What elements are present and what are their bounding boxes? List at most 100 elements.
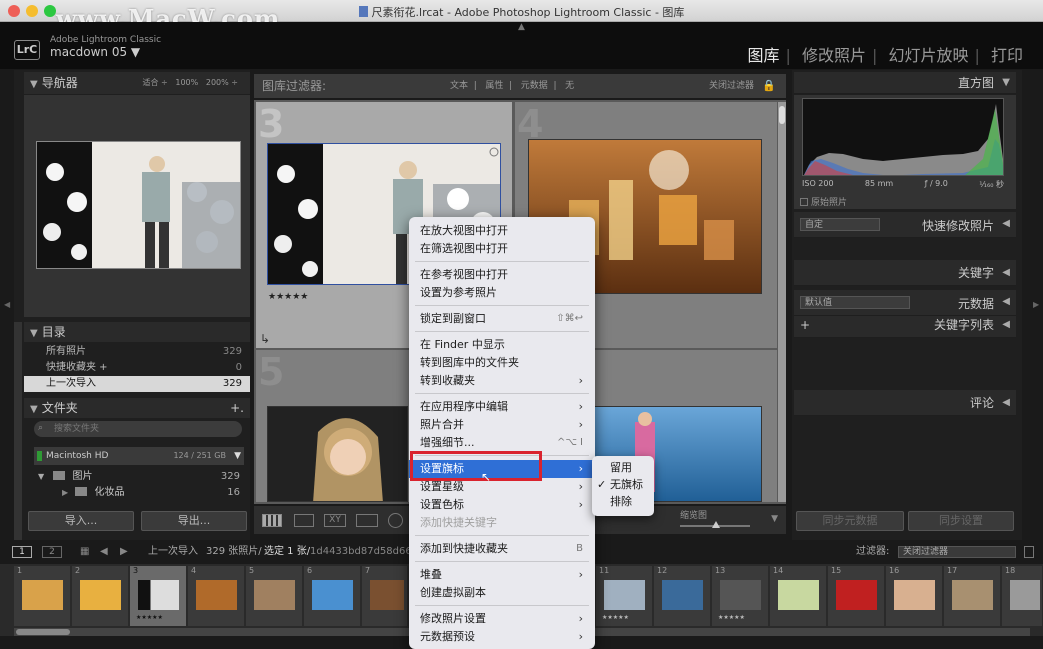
forward-arrow-icon[interactable]: ▶ [120, 541, 128, 563]
menu-metadata-presets[interactable]: 元数据预设 › [409, 628, 595, 646]
user-name[interactable]: macdown 05 ▼ [50, 45, 140, 59]
back-arrow-icon[interactable]: ◀ [100, 541, 108, 563]
keywording-header[interactable]: 关键字 ◀ [794, 260, 1016, 286]
menu-enhance-details[interactable]: 增强细节... ^⌥ I [409, 434, 595, 452]
menu-set-reference[interactable]: 设置为参考照片 [409, 284, 595, 302]
add-folder-icon[interactable]: +. [230, 398, 244, 418]
filmstrip-scroll-thumb[interactable] [16, 629, 70, 635]
top-panel-toggle-icon[interactable]: ▲ [518, 22, 525, 32]
menu-open-reference[interactable]: 在参考视图中打开 [409, 266, 595, 284]
comments-header[interactable]: 评论 ◀ [794, 390, 1016, 416]
catalog-item-previous-import[interactable]: 上一次导入 329 [24, 376, 250, 392]
filter-attribute[interactable]: 属性 [485, 81, 503, 91]
left-panel-scrollbar[interactable] [14, 322, 22, 540]
navigator-preview[interactable] [24, 95, 250, 317]
filmstrip-cell[interactable]: 5 [246, 566, 303, 626]
volume-row[interactable]: Macintosh HD 124 / 251 GB ▼ [34, 447, 244, 465]
filmstrip-cell[interactable]: 12 [654, 566, 711, 626]
slider-thumb[interactable] [712, 521, 720, 528]
menu-add-shortcut-keyword[interactable]: 添加快捷关键字 [409, 514, 595, 532]
filmstrip-cell[interactable]: 4 [188, 566, 245, 626]
import-button[interactable]: 导入... [28, 511, 134, 531]
folders-header[interactable]: ▼ 文件夹 +. [24, 398, 250, 418]
menu-go-to-collection[interactable]: 转到收藏夹 › [409, 372, 595, 390]
metadata-preset-select[interactable]: 默认值 [800, 296, 910, 309]
catalog-item-all[interactable]: 所有照片 329 [24, 344, 250, 360]
filmstrip-cell[interactable]: 6 [304, 566, 361, 626]
filter-metadata[interactable]: 元数据 [521, 81, 548, 91]
sync-settings-button[interactable]: 同步设置 [908, 511, 1014, 531]
folder-search-input[interactable]: 搜索文件夹 [34, 421, 242, 437]
menu-create-virtual-copy[interactable]: 创建虚拟副本 [409, 584, 595, 602]
filmstrip-cell[interactable]: 15 [828, 566, 885, 626]
filmstrip-cell[interactable]: 2 [72, 566, 129, 626]
catalog-header[interactable]: ▼ 目录 [24, 322, 250, 342]
submenu-reject[interactable]: 排除 [592, 493, 654, 510]
zoom-200[interactable]: 200% ÷ [206, 78, 238, 87]
grid-toggle-icon[interactable]: ▦ [80, 541, 89, 563]
zoom-100[interactable]: 100% [175, 78, 198, 87]
saved-preset-select[interactable]: 自定 [800, 218, 880, 231]
menu-open-loupe[interactable]: 在放大视图中打开 [409, 222, 595, 240]
filmstrip-cell[interactable]: 11 ★★★★★ [596, 566, 653, 626]
module-print[interactable]: 打印 [991, 46, 1023, 65]
menu-go-to-folder[interactable]: 转到图库中的文件夹 [409, 354, 595, 372]
filmstrip-cell[interactable]: 17 [944, 566, 1001, 626]
survey-view-icon[interactable] [356, 514, 378, 527]
filmstrip-cell[interactable]: 7 [362, 566, 408, 626]
submenu-flag-pick[interactable]: 留用 [592, 459, 654, 476]
filmstrip-filter-select[interactable]: 关闭过滤器 [898, 546, 1016, 558]
filter-text[interactable]: 文本 [450, 81, 468, 91]
source-label[interactable]: 上一次导入 [148, 541, 198, 563]
menu-set-color-label[interactable]: 设置色标 › [409, 496, 595, 514]
filmstrip-cell[interactable]: 1 [14, 566, 71, 626]
secondary-window-button[interactable]: 2 [42, 546, 62, 558]
rating-stars[interactable]: ★★★★★ [268, 292, 308, 302]
filmstrip-cell[interactable]: 13 ★★★★★ [712, 566, 769, 626]
navigator-header[interactable]: ▼ 导航器 适合 ÷ 100% 200% ÷ [24, 72, 250, 94]
menu-stacking[interactable]: 堆叠 › [409, 566, 595, 584]
menu-edit-in[interactable]: 在应用程序中编辑 › [409, 398, 595, 416]
module-develop[interactable]: 修改照片 [802, 46, 866, 65]
catalog-item-quick[interactable]: 快捷收藏夹 +0 [24, 360, 250, 376]
folder-item-pictures[interactable]: ▼ 图片 329 [34, 469, 244, 485]
people-view-icon[interactable] [388, 513, 403, 528]
filmstrip-cell[interactable]: 14 [770, 566, 827, 626]
compare-view-icon[interactable]: XY [324, 514, 346, 527]
export-button[interactable]: 导出... [141, 511, 247, 531]
folder-item-cosmetics[interactable]: ▶ 化妆品 16 [34, 485, 244, 501]
filter-toggle-icon[interactable] [1024, 546, 1034, 558]
filmstrip-cell-selected[interactable]: 3 ★★★★★ [130, 566, 187, 626]
close-filter-button[interactable]: 关闭过滤器 [709, 74, 754, 98]
submenu-unflagged[interactable]: ✓ 无旗标 [592, 476, 654, 493]
sync-metadata-button[interactable]: 同步元数据 [796, 511, 904, 531]
lock-icon[interactable]: 🔒 [762, 74, 776, 98]
metadata-header[interactable]: 默认值 元数据 ◀ [794, 290, 1016, 316]
grid-view-icon[interactable] [262, 514, 282, 527]
left-panel-toggle-icon[interactable]: ◀ [4, 300, 10, 309]
grid-scrollbar[interactable] [778, 102, 786, 502]
original-photo-checkbox[interactable]: 原始照片 [800, 195, 847, 208]
filmstrip-cell[interactable]: 18 [1002, 566, 1043, 626]
menu-develop-settings[interactable]: 修改照片设置 › [409, 610, 595, 628]
menu-lock-second-window[interactable]: 锁定到副窗口 ⇧⌘↩ [409, 310, 595, 328]
filter-none[interactable]: 无 [565, 81, 574, 91]
rotate-icon[interactable]: ↳ [260, 332, 270, 346]
collapse-triangle-icon: ▼ [30, 404, 38, 415]
grid-scroll-thumb[interactable] [779, 106, 785, 124]
menu-open-survey[interactable]: 在筛选视图中打开 [409, 240, 595, 258]
main-window-button[interactable]: 1 [12, 546, 32, 558]
zoom-fit[interactable]: 适合 ÷ [142, 78, 167, 87]
right-panel-toggle-icon[interactable]: ▶ [1033, 300, 1039, 309]
module-library[interactable]: 图库 [747, 46, 779, 65]
menu-show-in-finder[interactable]: 在 Finder 中显示 [409, 336, 595, 354]
grid-thumbnail[interactable] [267, 406, 408, 502]
menu-photo-merge[interactable]: 照片合并 › [409, 416, 595, 434]
module-slideshow[interactable]: 幻灯片放映 [888, 46, 968, 65]
filmstrip-cell[interactable]: 16 [886, 566, 943, 626]
quick-develop-header[interactable]: 自定 快速修改照片 ◀ [794, 212, 1016, 238]
histogram-header[interactable]: 直方图 ▼ [794, 72, 1016, 94]
loupe-view-icon[interactable] [294, 514, 314, 527]
toolbar-menu-icon[interactable]: ▼ [771, 514, 778, 524]
menu-add-quick-collection[interactable]: 添加到快捷收藏夹 B [409, 540, 595, 558]
